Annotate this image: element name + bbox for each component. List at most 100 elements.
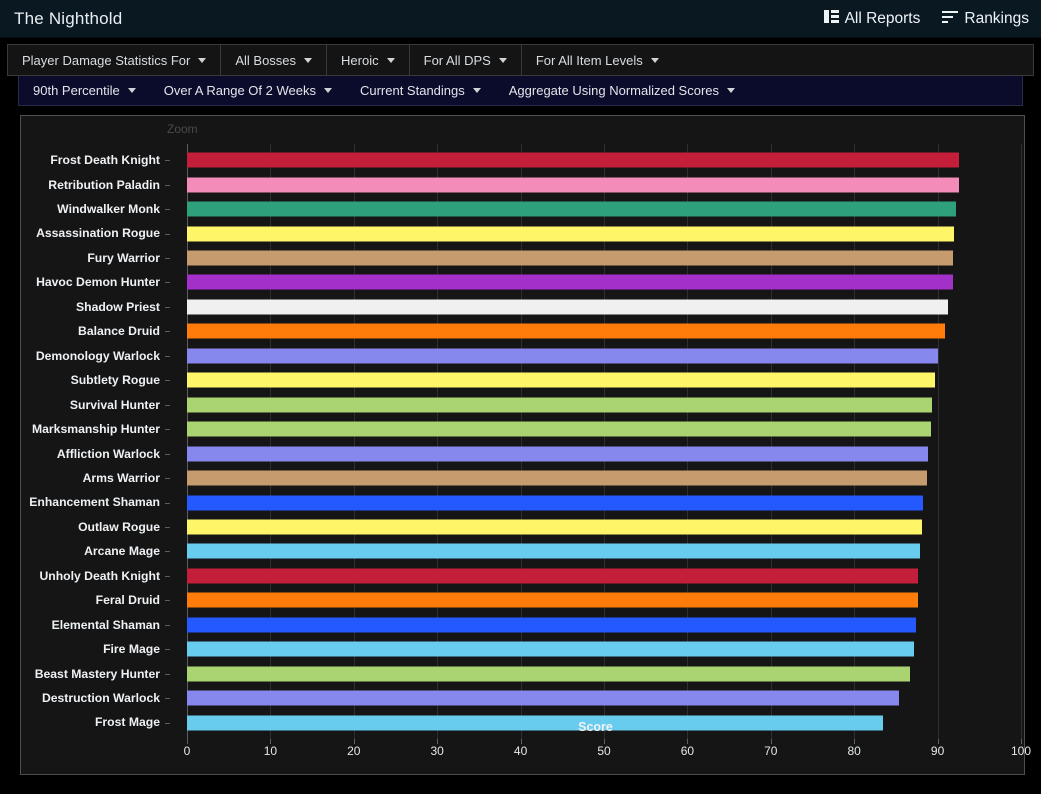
chart-bar-row[interactable]: Frost Death Knight (21, 148, 1024, 172)
zoom-control-label[interactable]: Zoom (167, 122, 198, 136)
bar-track (167, 466, 1024, 490)
chart-bar-row[interactable]: Marksmanship Hunter (21, 417, 1024, 441)
y-axis-tick (165, 698, 170, 700)
all-reports-link[interactable]: All Reports (823, 9, 920, 28)
bar-track (167, 515, 1024, 539)
chart-bar[interactable] (187, 226, 955, 242)
chart-bar[interactable] (187, 299, 948, 315)
chart-bar-row[interactable]: Balance Druid (21, 319, 1024, 343)
chart-bar-row[interactable]: Unholy Death Knight (21, 564, 1024, 588)
chart-bar-row[interactable]: Feral Druid (21, 588, 1024, 612)
bar-track (167, 441, 1024, 465)
chart-bar[interactable] (187, 397, 932, 413)
chart-bar[interactable] (187, 641, 915, 657)
y-axis-tick (165, 453, 170, 455)
chart-bar[interactable] (187, 372, 936, 388)
filter-percentile[interactable]: 90th Percentile (19, 76, 150, 105)
y-axis-tick (165, 331, 170, 333)
chart-bar-row[interactable]: Havoc Demon Hunter (21, 270, 1024, 294)
x-axis-tick-label: 80 (847, 744, 861, 758)
bar-category-label: Unholy Death Knight (39, 568, 160, 583)
bar-track (167, 368, 1024, 392)
chart-bar-row[interactable]: Arms Warrior (21, 466, 1024, 490)
chart-bar-row[interactable]: Retribution Paladin (21, 172, 1024, 196)
bar-category-label: Shadow Priest (76, 299, 160, 314)
y-axis-tick (165, 209, 170, 211)
bar-track (167, 148, 1024, 172)
chevron-down-icon (127, 88, 136, 93)
filter-player-damage-statistics[interactable]: Player Damage Statistics For (8, 45, 222, 75)
chart-bar[interactable] (187, 274, 953, 290)
chart-bar[interactable] (187, 592, 918, 608)
bar-category-label: Affliction Warlock (56, 446, 160, 461)
chevron-down-icon (386, 57, 395, 63)
chart-bar-row[interactable]: Survival Hunter (21, 393, 1024, 417)
chart-bar[interactable] (187, 250, 954, 266)
chart-bar[interactable] (187, 152, 960, 168)
rankings-link[interactable]: Rankings (942, 10, 1029, 28)
filter-label: Over A Range Of 2 Weeks (163, 83, 316, 98)
bar-track (167, 344, 1024, 368)
chart-bar-row[interactable]: Destruction Warlock (21, 686, 1024, 710)
filter-aggregation[interactable]: Aggregate Using Normalized Scores (495, 76, 749, 105)
chart-bar-row[interactable]: Assassination Rogue (21, 221, 1024, 245)
bar-track (167, 588, 1024, 612)
y-axis-tick (165, 551, 170, 553)
chart-bar[interactable] (187, 568, 919, 584)
chart-bar[interactable] (187, 617, 916, 633)
chevron-down-icon (323, 88, 332, 93)
chart-panel: Zoom Frost Death Knight Retribution Palad… (20, 115, 1031, 775)
bar-track (167, 319, 1024, 343)
chart-bar-row[interactable]: Enhancement Shaman (21, 490, 1024, 514)
chart-bar-row[interactable]: Arcane Mage (21, 539, 1024, 563)
chart-bar-row[interactable]: Fury Warrior (21, 246, 1024, 270)
bar-track (167, 270, 1024, 294)
filter-standings[interactable]: Current Standings (346, 76, 495, 105)
bar-category-label: Outlaw Rogue (78, 519, 160, 534)
filter-time-range[interactable]: Over A Range Of 2 Weeks (150, 76, 346, 105)
bar-category-label: Assassination Rogue (36, 226, 160, 241)
chart-bar-row[interactable]: Elemental Shaman (21, 613, 1024, 637)
chart-bar[interactable] (187, 201, 956, 217)
chart-bar-row[interactable]: Shadow Priest (21, 295, 1024, 319)
bar-track (167, 490, 1024, 514)
y-axis-tick (165, 160, 170, 162)
chart-bar-row[interactable]: Demonology Warlock (21, 344, 1024, 368)
chart-bar-row[interactable]: Affliction Warlock (21, 441, 1024, 465)
bar-category-label: Demonology Warlock (35, 348, 160, 363)
y-axis-tick (165, 624, 170, 626)
chart-bar[interactable] (187, 543, 921, 559)
chart-bar[interactable] (187, 323, 946, 339)
chart-bar-row[interactable]: Beast Mastery Hunter (21, 661, 1024, 685)
chart-bar[interactable] (187, 177, 960, 193)
y-axis-tick (165, 502, 170, 504)
chart-bar[interactable] (187, 470, 927, 486)
bar-category-label: Beast Mastery Hunter (34, 666, 160, 681)
x-axis-tick-label: 30 (430, 744, 444, 758)
chart-bar[interactable] (187, 666, 911, 682)
bar-track (167, 417, 1024, 441)
filter-role[interactable]: For All DPS (410, 45, 522, 75)
chart-bar[interactable] (187, 446, 929, 462)
chevron-down-icon (198, 57, 207, 63)
y-axis-tick (165, 380, 170, 382)
bar-category-label: Windwalker Monk (57, 202, 160, 216)
chart-bar-row[interactable]: Subtlety Rogue (21, 368, 1024, 392)
chart-bar[interactable] (187, 519, 922, 535)
chart-bar-row[interactable]: Windwalker Monk (21, 197, 1024, 221)
chart-bar[interactable] (187, 348, 939, 364)
chart-bar[interactable] (187, 690, 900, 706)
filter-item-levels[interactable]: For All Item Levels (522, 45, 673, 75)
chart-bar-row[interactable]: Outlaw Rogue (21, 515, 1024, 539)
chart-bar[interactable] (187, 495, 924, 511)
x-axis-tick-label: 20 (347, 744, 361, 758)
chart-rows: Frost Death Knight Retribution Paladin Win… (21, 144, 1024, 744)
chart-bar[interactable] (187, 421, 931, 437)
x-axis-tick-label: 90 (930, 744, 945, 758)
chevron-down-icon (304, 57, 313, 63)
y-axis-tick (165, 282, 170, 284)
filter-label: Current Standings (359, 83, 465, 98)
filter-difficulty[interactable]: Heroic (327, 45, 410, 75)
chart-bar-row[interactable]: Fire Mage (21, 637, 1024, 661)
filter-all-bosses[interactable]: All Bosses (221, 45, 328, 75)
